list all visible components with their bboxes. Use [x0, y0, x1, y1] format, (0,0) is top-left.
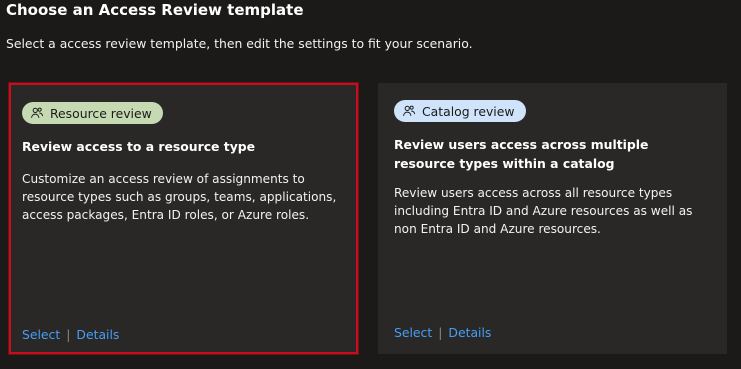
catalog-review-card[interactable]: Catalog review Review users access acros… — [378, 83, 727, 354]
page-subtitle: Select a access review template, then ed… — [6, 36, 473, 51]
resource-review-title: Review access to a resource type — [22, 139, 256, 154]
resource-review-details-link[interactable]: Details — [76, 327, 119, 342]
resource-review-select-link[interactable]: Select — [22, 327, 60, 342]
resource-review-badge-label: Resource review — [50, 105, 152, 121]
people-icon — [31, 107, 44, 118]
catalog-review-badge: Catalog review — [394, 100, 526, 122]
people-icon — [403, 105, 416, 116]
resource-review-actions: Select | Details — [22, 327, 119, 342]
link-separator: | — [438, 325, 443, 340]
resource-review-badge: Resource review — [22, 102, 163, 124]
page-title: Choose an Access Review template — [6, 1, 304, 19]
link-separator: | — [66, 327, 71, 342]
catalog-review-description: Review users access across all resource … — [394, 186, 693, 236]
catalog-review-badge-label: Catalog review — [422, 103, 515, 119]
catalog-review-title: Review users access across multiple reso… — [394, 137, 649, 171]
catalog-review-details-link[interactable]: Details — [448, 325, 491, 340]
resource-review-description: Customize an access review of assignment… — [22, 172, 337, 222]
catalog-review-actions: Select | Details — [394, 325, 491, 340]
catalog-review-select-link[interactable]: Select — [394, 325, 432, 340]
access-review-template-page: Choose an Access Review template Select … — [0, 0, 741, 369]
resource-review-card[interactable]: Resource review Review access to a resou… — [9, 83, 358, 354]
